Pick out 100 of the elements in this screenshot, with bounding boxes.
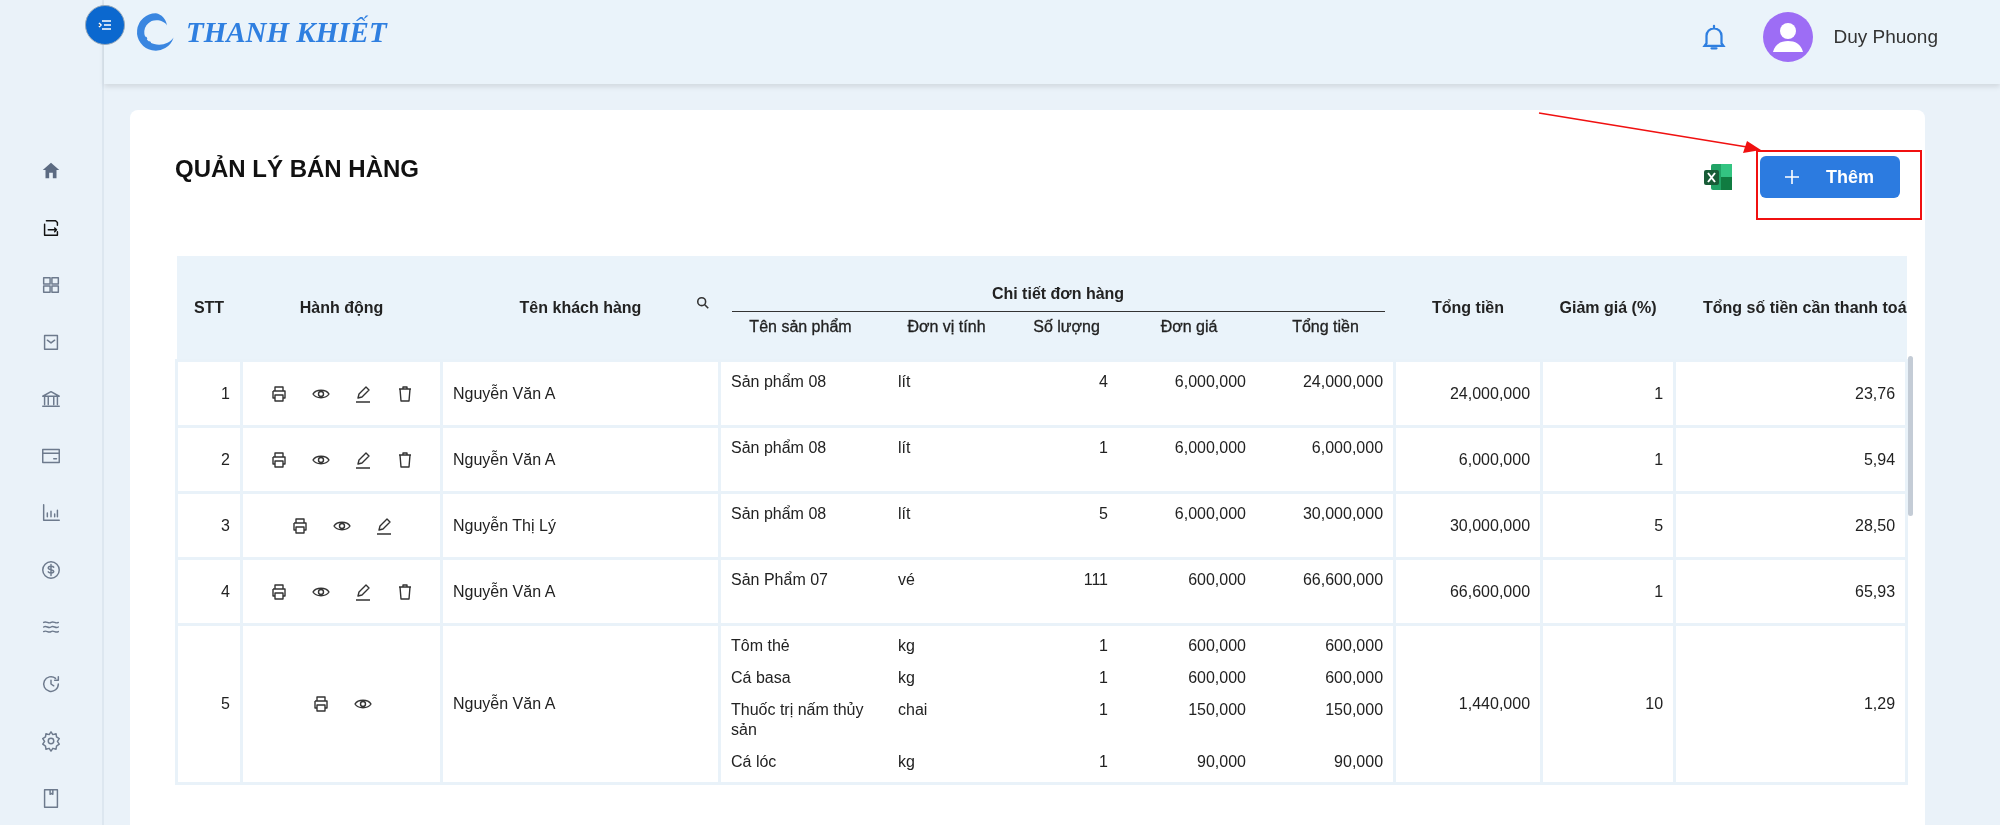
table-cell: 1 bbox=[1541, 558, 1675, 625]
pencil-icon[interactable] bbox=[353, 582, 372, 601]
print-icon[interactable] bbox=[311, 695, 330, 713]
print-icon[interactable] bbox=[269, 450, 288, 469]
table-cell: 24,000,000 bbox=[1394, 360, 1542, 427]
table-cell-text: Tôm thẻ bbox=[731, 636, 791, 656]
table-cell-text: Sản Phẩm 07 bbox=[731, 570, 829, 590]
table-cell-text: 66,600,000 bbox=[1301, 570, 1384, 590]
table-cell-text: 150,000 bbox=[1187, 700, 1246, 720]
table-cell-text: chai bbox=[898, 700, 929, 720]
table-cell-text: 1 bbox=[1098, 668, 1108, 688]
table-cell: 2 bbox=[176, 426, 242, 493]
sidebar-dollar-icon[interactable] bbox=[40, 559, 62, 581]
sidebar-history-icon[interactable] bbox=[40, 673, 62, 695]
avatar-icon[interactable] bbox=[1763, 12, 1814, 62]
table-cell: Nguyễn Văn A bbox=[441, 360, 720, 427]
table-cell: 66,600,000 bbox=[1394, 558, 1542, 625]
table-cell-text: 4 bbox=[1098, 372, 1108, 392]
table-cell-text: 600,000 bbox=[1324, 668, 1384, 688]
table-cell-text: Thuốc trị nấm thủy sản bbox=[731, 700, 865, 740]
sidebar-grid-icon[interactable] bbox=[40, 274, 62, 296]
table-cell-text: Sản phẩm 08 bbox=[731, 372, 828, 392]
table-cell-text: kg bbox=[898, 668, 916, 688]
sidebar-settings-icon[interactable] bbox=[40, 730, 62, 752]
table-cell: 1,440,000 bbox=[1394, 624, 1542, 784]
table-cell-text: 6,000,000 bbox=[1310, 438, 1384, 458]
table-cell-text: 111 bbox=[1082, 570, 1108, 590]
add-button[interactable]: Thêm bbox=[1760, 156, 1900, 198]
table-cell: Nguyễn Văn A bbox=[441, 558, 720, 625]
table-cell-text: 24,000,000 bbox=[1301, 372, 1384, 392]
scrollbar-thumb[interactable] bbox=[1908, 356, 1913, 516]
user-name: Duy Phuong bbox=[1833, 26, 1938, 48]
table-cell-text: kg bbox=[898, 636, 916, 656]
menu-icon bbox=[97, 17, 113, 33]
table-cell-text: kg bbox=[898, 752, 916, 772]
pencil-icon[interactable] bbox=[353, 450, 372, 469]
column-header: Giảm giá (%) bbox=[1541, 256, 1675, 361]
column-header: Số lượng bbox=[1011, 312, 1122, 361]
table-cell-text: 6,000,000 bbox=[1173, 504, 1246, 524]
table-cell-text: 150,000 bbox=[1324, 700, 1384, 720]
table-cell: 1 bbox=[1541, 360, 1675, 427]
print-icon[interactable] bbox=[269, 582, 288, 601]
column-header: Tổng tiền bbox=[1256, 312, 1395, 361]
table-cell-text: 1 bbox=[1098, 752, 1108, 772]
table-cell-text: lít bbox=[898, 438, 912, 458]
menu-toggle-button[interactable] bbox=[85, 5, 125, 45]
column-header: STT bbox=[176, 256, 242, 361]
table-cell: 4 bbox=[176, 558, 242, 625]
pencil-icon[interactable] bbox=[353, 384, 372, 403]
table-cell: Nguyễn Thị Lý bbox=[441, 492, 720, 559]
sidebar-chart-icon[interactable] bbox=[40, 502, 62, 524]
table-cell-text: 1 bbox=[1098, 438, 1108, 458]
table-cell: 1 bbox=[1541, 426, 1675, 493]
table-cell-text: 600,000 bbox=[1187, 636, 1246, 656]
column-header: Tổng tiền bbox=[1394, 256, 1542, 361]
table-cell: 5 bbox=[1541, 492, 1675, 559]
column-header: Tên sản phẩm bbox=[719, 312, 882, 361]
table-cell-text: 600,000 bbox=[1187, 570, 1246, 590]
table-cell-text: 600,000 bbox=[1324, 636, 1384, 656]
column-header: Tổng số tiền cần thanh toá bbox=[1674, 256, 1907, 361]
plus-icon bbox=[1784, 169, 1800, 185]
table-cell: 23,76 bbox=[1674, 360, 1907, 427]
table-cell-text: 600,000 bbox=[1187, 668, 1246, 688]
table-cell-text: 90,000 bbox=[1196, 752, 1246, 772]
print-icon[interactable] bbox=[290, 516, 309, 535]
table-cell: 65,93 bbox=[1674, 558, 1907, 625]
print-icon[interactable] bbox=[269, 384, 288, 403]
table-cell-text: 30,000,000 bbox=[1301, 504, 1384, 524]
table-cell-text: Cá basa bbox=[731, 668, 792, 688]
table-cell: 6,000,000 bbox=[1394, 426, 1542, 493]
table-cell: 3 bbox=[176, 492, 242, 559]
table-cell-text: lít bbox=[898, 504, 912, 524]
table-cell: Nguyễn Văn A bbox=[441, 426, 720, 493]
column-header: Hành động bbox=[241, 256, 442, 361]
table-cell-text: vé bbox=[898, 570, 916, 590]
table-cell-text: 1 bbox=[1098, 700, 1108, 720]
table-cell: 10 bbox=[1541, 624, 1675, 784]
table-cell: 5 bbox=[176, 624, 242, 784]
table-cell-text: 6,000,000 bbox=[1173, 372, 1246, 392]
table-cell: 30,000,000 bbox=[1394, 492, 1542, 559]
table-cell-text: Sản phẩm 08 bbox=[731, 438, 828, 458]
table-cell-text: lít bbox=[898, 372, 912, 392]
table-cell: 5,94 bbox=[1674, 426, 1907, 493]
table-cell-text: 90,000 bbox=[1333, 752, 1384, 772]
table-cell-text: 6,000,000 bbox=[1173, 438, 1246, 458]
table-cell-text: 1 bbox=[1098, 636, 1108, 656]
search-icon[interactable] bbox=[695, 296, 710, 310]
table-cell-text: 5 bbox=[1098, 504, 1108, 524]
table-cell: 28,50 bbox=[1674, 492, 1907, 559]
column-header: Tên khách hàng bbox=[519, 298, 642, 316]
logo-text: THANH KHIẾT bbox=[186, 15, 387, 49]
table-cell-text: Sản phẩm 08 bbox=[731, 504, 828, 524]
spreadsheet-export-icon[interactable] bbox=[1702, 161, 1734, 193]
table-cell: 1 bbox=[176, 360, 242, 427]
table-cell-text: Cá lóc bbox=[731, 752, 778, 772]
sidebar-bank-icon[interactable] bbox=[40, 388, 62, 410]
column-header: Đơn vị tính bbox=[881, 312, 1012, 361]
page-title: QUẢN LÝ BÁN HÀNG bbox=[175, 155, 419, 183]
table-cell: Nguyễn Văn A bbox=[441, 624, 720, 784]
pencil-icon[interactable] bbox=[374, 516, 393, 535]
